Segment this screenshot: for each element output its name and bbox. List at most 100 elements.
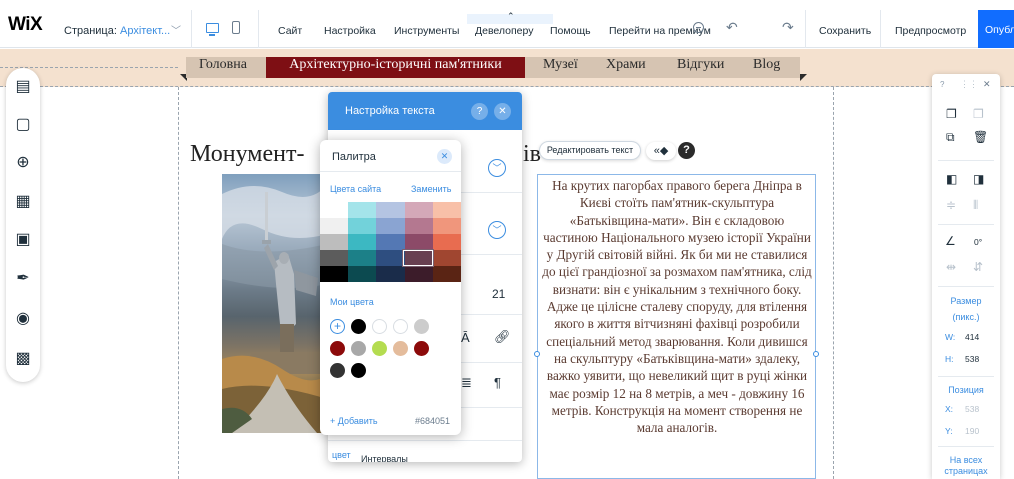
edit-text-button[interactable]: Редактировать текст — [539, 141, 641, 160]
rotation-value[interactable]: 0° — [974, 237, 982, 247]
undo-icon[interactable]: ↶ — [726, 19, 738, 36]
color-swatch[interactable] — [404, 234, 433, 250]
x-value[interactable]: 538 — [965, 404, 979, 414]
nav-item-reviews[interactable]: Відгуки — [677, 57, 724, 78]
distribute-v-icon[interactable]: ≑ — [946, 198, 956, 212]
font-size-value[interactable]: 21 — [492, 287, 505, 301]
my-color-swatch[interactable] — [372, 319, 387, 334]
color-swatch[interactable] — [348, 218, 377, 234]
color-swatch[interactable] — [376, 250, 405, 266]
chat-icon[interactable]: ◉ — [6, 308, 40, 328]
chevron-up-icon[interactable]: ⌃ — [507, 11, 515, 22]
width-value[interactable]: 414 — [965, 332, 979, 342]
distribute-h-icon[interactable]: ⦀ — [973, 198, 978, 213]
color-swatch[interactable] — [376, 234, 405, 250]
my-color-swatch[interactable] — [414, 319, 429, 334]
nav-item-blog[interactable]: Blog — [753, 57, 780, 78]
copy-icon[interactable]: ❐ — [946, 107, 957, 121]
my-color-swatch[interactable] — [330, 341, 345, 356]
resize-handle-right[interactable] — [813, 351, 819, 357]
add-color-icon[interactable]: + — [330, 319, 345, 334]
my-color-swatch[interactable] — [393, 341, 408, 356]
save-button[interactable]: Сохранить — [819, 25, 871, 37]
animation-button[interactable]: «◆ — [646, 142, 676, 160]
menu-settings[interactable]: Настройка — [324, 25, 376, 37]
arrange-back-icon[interactable]: ◨ — [973, 172, 984, 186]
monument-photo[interactable] — [222, 174, 327, 433]
panel-help-icon[interactable]: ? — [940, 80, 944, 89]
color-swatch[interactable] — [376, 218, 405, 234]
y-value[interactable]: 190 — [965, 426, 979, 436]
close-icon[interactable]: ✕ — [983, 79, 991, 90]
direction-icon[interactable]: ¶ — [494, 375, 501, 390]
flip-h-icon[interactable]: ⇹ — [946, 260, 956, 274]
my-color-swatch[interactable] — [372, 341, 387, 356]
nav-item-monuments[interactable]: Архітектурно-історичні пам'ятники — [266, 57, 525, 78]
desktop-view-icon[interactable] — [206, 23, 219, 36]
my-color-swatch[interactable] — [351, 319, 366, 334]
rotate-icon[interactable]: ∠ — [945, 234, 956, 248]
site-color-grid[interactable] — [320, 202, 461, 282]
add-color-link[interactable]: + Добавить — [330, 416, 378, 426]
menu-help[interactable]: Помощь — [550, 25, 591, 37]
delete-icon[interactable]: 🗑︎ — [973, 130, 988, 144]
add-icon[interactable]: ⊕ — [6, 152, 40, 172]
bookings-icon[interactable]: ▩ — [6, 348, 40, 368]
zoom-out-icon[interactable] — [693, 22, 704, 33]
background-icon[interactable]: ▢ — [6, 114, 40, 134]
color-swatch[interactable] — [432, 266, 461, 282]
my-color-swatch[interactable] — [330, 363, 345, 378]
color-swatch[interactable] — [348, 202, 377, 218]
pages-icon[interactable]: ▤ — [6, 76, 40, 96]
paste-icon[interactable]: ❐ — [973, 107, 984, 121]
color-swatch[interactable] — [320, 266, 349, 282]
theme-dropdown-icon[interactable]: ﹀ — [488, 159, 506, 177]
color-swatch[interactable] — [432, 218, 461, 234]
panel-close-icon[interactable]: ✕ — [494, 103, 511, 120]
arrange-forward-icon[interactable]: ◧ — [946, 172, 957, 186]
color-swatch[interactable] — [348, 266, 377, 282]
change-colors-link[interactable]: Заменить — [411, 184, 451, 194]
media-icon[interactable]: ▣ — [6, 229, 40, 249]
mobile-view-icon[interactable] — [232, 21, 240, 34]
my-color-swatch[interactable] — [393, 319, 408, 334]
help-icon[interactable]: ? — [678, 142, 695, 159]
menu-developer[interactable]: Девелоперу — [475, 25, 533, 37]
color-swatch[interactable] — [348, 234, 377, 250]
site-nav-menu[interactable]: Головна Архітектурно-історичні пам'ятник… — [186, 57, 800, 78]
color-swatch[interactable] — [432, 250, 461, 266]
body-paragraph[interactable]: На крутих пагорбах правого берега Дніпра… — [541, 177, 813, 436]
align-icon[interactable]: ≣ — [461, 375, 472, 391]
show-all-pages-label-1[interactable]: На всех — [932, 455, 1000, 465]
my-color-swatch[interactable] — [414, 341, 429, 356]
redo-icon[interactable]: ↷ — [782, 19, 794, 36]
height-value[interactable]: 538 — [965, 354, 979, 364]
menu-site[interactable]: Сайт — [278, 25, 302, 37]
color-swatch[interactable] — [320, 250, 349, 266]
nav-item-museums[interactable]: Музеї — [543, 57, 578, 78]
color-swatch[interactable] — [376, 266, 405, 282]
drag-handle-icon[interactable]: ⋮⋮ — [960, 79, 978, 90]
nav-item-temples[interactable]: Храми — [606, 57, 646, 78]
color-swatch[interactable] — [404, 202, 433, 218]
design-pen-icon[interactable]: ✒ — [6, 268, 40, 288]
wix-logo[interactable]: WiX — [8, 14, 43, 36]
text-style-icon[interactable]: Ā — [461, 330, 470, 345]
my-color-swatch[interactable] — [351, 363, 366, 378]
menu-tools[interactable]: Инструменты — [394, 25, 459, 37]
flip-v-icon[interactable]: ⇵ — [973, 260, 983, 274]
preview-button[interactable]: Предпросмотр — [895, 25, 966, 37]
color-tab-label[interactable]: цвет — [332, 450, 351, 460]
color-swatch[interactable] — [404, 218, 433, 234]
color-swatch[interactable] — [320, 202, 349, 218]
publish-button[interactable]: Опубликовать — [978, 10, 1014, 48]
color-swatch[interactable] — [348, 250, 377, 266]
nav-item-home[interactable]: Головна — [199, 57, 247, 78]
link-icon[interactable]: 🔗︎ — [494, 329, 511, 345]
color-swatch[interactable] — [404, 266, 433, 282]
chevron-down-icon[interactable]: ﹀ — [171, 22, 181, 37]
panel-help-icon[interactable]: ? — [471, 103, 488, 120]
my-color-swatch[interactable] — [351, 341, 366, 356]
app-market-icon[interactable]: ▦ — [6, 191, 40, 211]
font-dropdown-icon[interactable]: ﹀ — [488, 221, 506, 239]
